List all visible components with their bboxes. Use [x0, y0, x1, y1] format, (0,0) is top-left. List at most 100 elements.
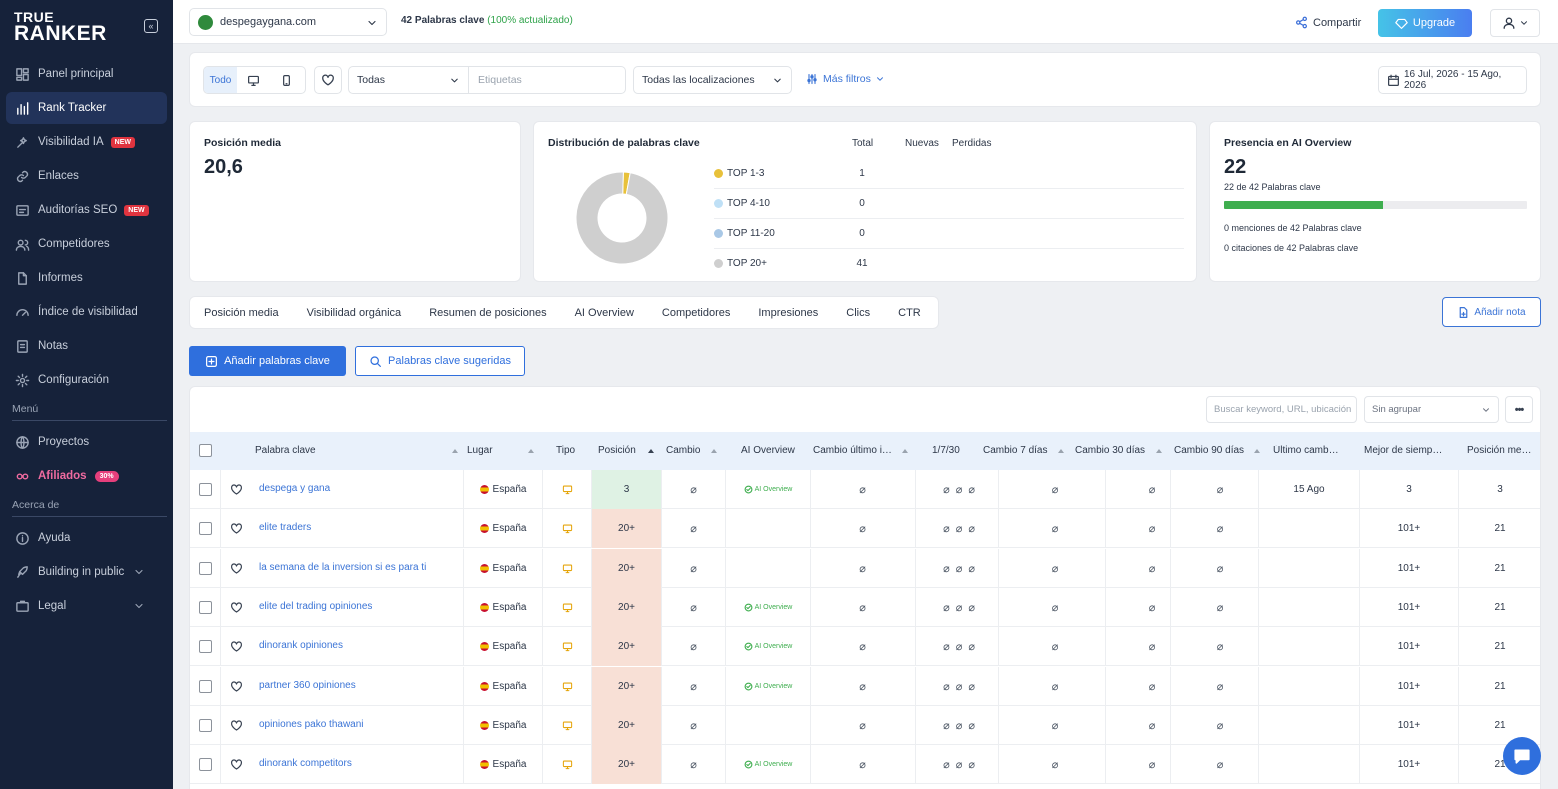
sidebar-item-notas[interactable]: Notas [6, 330, 167, 362]
sort-arrow-icon[interactable] [711, 449, 717, 453]
project-select[interactable]: despegaygana.com [189, 8, 387, 36]
collapse-sidebar-icon[interactable]: « [144, 19, 158, 33]
column-header-change-30d[interactable]: Cambio 30 días [1075, 445, 1150, 456]
sidebar-item-ayuda[interactable]: Ayuda [6, 522, 167, 554]
sort-arrow-icon[interactable] [902, 449, 908, 453]
favorite-toggle[interactable] [230, 680, 243, 693]
row-checkbox[interactable] [199, 522, 212, 536]
user-menu-button[interactable] [1490, 9, 1540, 37]
column-header-position[interactable]: Posición [598, 445, 648, 456]
keyword-link[interactable]: dinorank competitors [259, 758, 449, 769]
sidebar-item-rank-tracker[interactable]: Rank Tracker [6, 92, 167, 124]
column-header-avg-position[interactable]: Posición me… [1467, 445, 1532, 456]
row-checkbox[interactable] [199, 679, 212, 693]
tab-1[interactable]: Visibilidad orgánica [307, 307, 402, 319]
column-header-change-90d[interactable]: Cambio 90 días [1174, 445, 1250, 456]
tab-6[interactable]: Clics [846, 307, 870, 319]
tags-input[interactable]: Etiquetas [468, 66, 626, 94]
sidebar-item-panel[interactable]: Panel principal [6, 58, 167, 90]
sidebar-item-indice[interactable]: Índice de visibilidad [6, 296, 167, 328]
keyword-link[interactable]: la semana de la inversion si es para ti [259, 562, 449, 573]
column-header-change-7d[interactable]: Cambio 7 días [983, 445, 1053, 456]
row-checkbox[interactable] [199, 640, 212, 654]
null-value: ⌀ [859, 759, 866, 772]
favorite-toggle[interactable] [230, 483, 243, 496]
sidebar-item-proyectos[interactable]: Proyectos [6, 426, 167, 458]
sidebar-item-afiliados[interactable]: Afiliados 30% [6, 460, 167, 492]
column-header-ai-overview[interactable]: AI Overview [741, 445, 811, 456]
brand-logo[interactable]: TRUE RANKER [14, 10, 107, 44]
tab-2[interactable]: Resumen de posiciones [429, 307, 546, 319]
add-note-button[interactable]: Añadir nota [1442, 297, 1541, 327]
group-select[interactable]: Todas [348, 66, 469, 94]
location-select[interactable]: Todas las localizaciones [633, 66, 792, 94]
keyword-link[interactable]: elite del trading opiniones [259, 601, 449, 612]
cell-divider [591, 509, 592, 549]
more-filters-button[interactable]: Más filtros [806, 73, 885, 85]
favorite-toggle[interactable] [230, 562, 243, 575]
row-checkbox[interactable] [199, 483, 212, 496]
table-group-select[interactable]: Sin agrupar [1364, 396, 1499, 423]
row-checkbox[interactable] [199, 561, 212, 575]
tab-7[interactable]: CTR [898, 307, 921, 319]
last-change-cell [1259, 509, 1359, 548]
date-range-picker[interactable]: 16 Jul, 2026 - 15 Ago, 2026 [1378, 66, 1527, 94]
sidebar-item-visibilidad-ia[interactable]: Visibilidad IA NEW [6, 126, 167, 158]
row-checkbox[interactable] [199, 758, 212, 772]
device-mobile-toggle[interactable] [270, 67, 303, 93]
tab-0[interactable]: Posición media [204, 307, 279, 319]
favorite-toggle[interactable] [230, 522, 243, 535]
sidebar-item-legal[interactable]: Legal [6, 590, 167, 622]
row-checkbox[interactable] [199, 600, 212, 614]
device-all-toggle[interactable]: Todo [204, 67, 237, 93]
sidebar-item-informes[interactable]: Informes [6, 262, 167, 294]
bar-chart-icon [17, 101, 29, 115]
row-checkbox[interactable] [199, 718, 212, 732]
upgrade-button[interactable]: Upgrade [1378, 9, 1472, 37]
heart-icon [231, 602, 242, 613]
device-desktop-toggle[interactable] [237, 67, 270, 93]
sidebar-item-enlaces[interactable]: Enlaces [6, 160, 167, 192]
favorite-toggle[interactable] [230, 719, 243, 732]
favorite-toggle[interactable] [230, 601, 243, 614]
sort-arrow-icon[interactable] [648, 449, 654, 453]
desktop-icon [562, 524, 572, 534]
tab-4[interactable]: Competidores [662, 307, 730, 319]
keyword-link[interactable]: partner 360 opiniones [259, 680, 449, 691]
null-value: ⌀ [943, 719, 950, 732]
sort-arrow-icon[interactable] [1254, 449, 1260, 453]
column-header-best-ever[interactable]: Mejor de siemp… [1364, 445, 1454, 456]
column-header-last-change[interactable]: Último camb… [1273, 445, 1343, 456]
tab-3[interactable]: AI Overview [575, 307, 634, 319]
column-header-1-7-30[interactable]: 1/7/30 [932, 445, 972, 456]
column-header-change[interactable]: Cambio [666, 445, 706, 456]
add-keywords-button[interactable]: Añadir palabras clave [189, 346, 346, 376]
suggested-keywords-button[interactable]: Palabras clave sugeridas [355, 346, 525, 376]
table-search-input[interactable]: Buscar keyword, URL, ubicación [1206, 396, 1357, 423]
sort-arrow-icon[interactable] [528, 449, 534, 453]
select-all-checkbox[interactable] [199, 444, 212, 457]
favorite-toggle[interactable] [230, 640, 243, 653]
favorites-filter-button[interactable] [314, 66, 342, 94]
favorite-toggle[interactable] [230, 758, 243, 771]
sidebar-item-building[interactable]: Building in public [6, 556, 167, 588]
sidebar-item-competidores[interactable]: Competidores [6, 228, 167, 260]
keyword-link[interactable]: despega y gana [259, 483, 449, 494]
sort-arrow-icon[interactable] [452, 449, 458, 453]
column-header-keyword[interactable]: Palabra clave [255, 445, 445, 456]
column-header-type[interactable]: Tipo [556, 445, 581, 456]
keyword-link[interactable]: elite traders [259, 522, 449, 533]
column-header-last-change-int[interactable]: Cambio último i… [813, 445, 898, 456]
sidebar-item-configuracion[interactable]: Configuración [6, 364, 167, 396]
keyword-link[interactable]: dinorank opiniones [259, 640, 449, 651]
tab-5[interactable]: Impresiones [758, 307, 818, 319]
keyword-link[interactable]: opiniones pako thawani [259, 719, 449, 730]
sidebar-item-auditorias[interactable]: Auditorías SEO NEW [6, 194, 167, 226]
sort-arrow-icon[interactable] [1058, 449, 1064, 453]
share-button[interactable]: Compartir [1295, 16, 1361, 29]
table-more-button[interactable]: ••• [1505, 396, 1533, 423]
chat-support-button[interactable] [1503, 737, 1541, 775]
cell-divider [725, 509, 726, 549]
sort-arrow-icon[interactable] [1156, 449, 1162, 453]
column-header-place[interactable]: Lugar [467, 445, 527, 456]
